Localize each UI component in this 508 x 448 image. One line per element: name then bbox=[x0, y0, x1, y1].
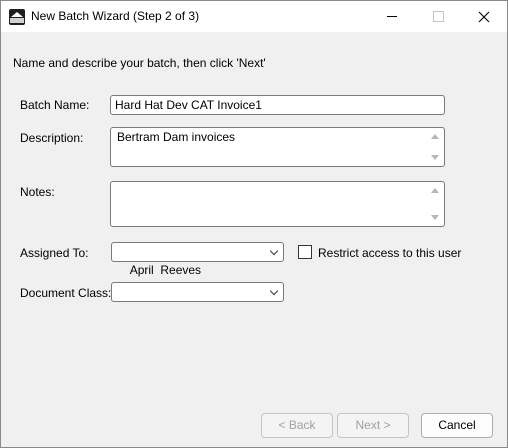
batch-name-label: Batch Name: bbox=[20, 98, 90, 112]
cancel-button[interactable]: Cancel bbox=[421, 413, 493, 438]
document-class-label: Document Class: bbox=[20, 286, 112, 300]
scroll-up-icon bbox=[431, 188, 439, 193]
instructions-text: Name and describe your batch, then click… bbox=[13, 56, 266, 70]
restrict-access-checkbox[interactable] bbox=[298, 245, 312, 259]
description-scrollbar[interactable] bbox=[428, 130, 442, 164]
document-class-select[interactable] bbox=[111, 282, 284, 302]
title-bar[interactable]: New Batch Wizard (Step 2 of 3) bbox=[1, 1, 507, 32]
batch-name-input[interactable]: Hard Hat Dev CAT Invoice1 bbox=[110, 95, 445, 115]
description-textarea[interactable]: Bertram Dam invoices bbox=[110, 127, 445, 167]
wizard-window: New Batch Wizard (Step 2 of 3) Name and … bbox=[0, 0, 508, 448]
app-icon bbox=[9, 9, 25, 25]
scroll-down-icon bbox=[431, 215, 439, 220]
chevron-down-icon bbox=[269, 246, 279, 256]
app-icon-roof bbox=[11, 12, 23, 17]
description-text: Bertram Dam invoices bbox=[117, 130, 236, 144]
assigned-to-value: April Reeves bbox=[129, 263, 202, 277]
app-icon-text bbox=[10, 18, 24, 23]
notes-label: Notes: bbox=[20, 185, 55, 199]
scroll-up-icon bbox=[431, 134, 439, 139]
close-icon bbox=[478, 11, 490, 22]
restrict-access-label[interactable]: Restrict access to this user bbox=[318, 246, 461, 260]
assigned-to-label: Assigned To: bbox=[20, 246, 89, 260]
scroll-down-icon bbox=[431, 155, 439, 160]
minimize-button[interactable] bbox=[369, 1, 415, 32]
next-button[interactable]: Next > bbox=[337, 413, 409, 438]
description-label: Description: bbox=[20, 131, 84, 145]
notes-scrollbar[interactable] bbox=[428, 184, 442, 224]
window-title: New Batch Wizard (Step 2 of 3) bbox=[31, 9, 200, 23]
close-button[interactable] bbox=[461, 1, 507, 32]
back-button[interactable]: < Back bbox=[261, 413, 333, 438]
assigned-to-select[interactable]: April Reeves bbox=[111, 242, 284, 277]
minimize-icon bbox=[387, 16, 397, 17]
maximize-icon bbox=[432, 11, 444, 22]
notes-textarea[interactable] bbox=[110, 181, 445, 227]
maximize-button bbox=[415, 1, 461, 32]
chevron-down-icon bbox=[269, 286, 279, 296]
